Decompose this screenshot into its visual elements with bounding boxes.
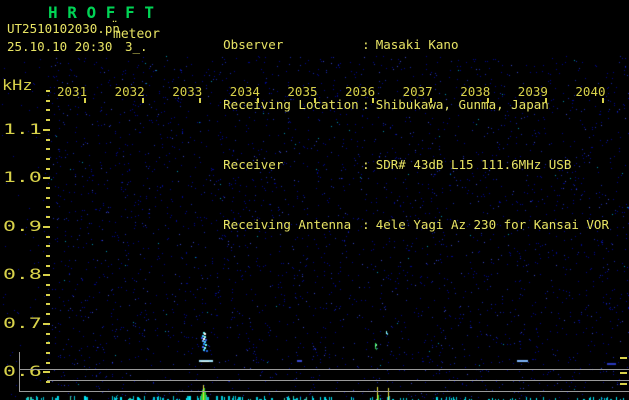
axes-layer: 2031 2032 2033 2034 2035 2036 2037 2038 2039 2040… bbox=[0, 0, 629, 400]
y-axis-tick bbox=[46, 157, 50, 160]
y-axis-tick bbox=[46, 254, 50, 257]
y-axis-tick bbox=[46, 293, 50, 296]
y-axis-tick bbox=[46, 187, 50, 189]
y-axis-tick bbox=[46, 381, 50, 383]
y-axis-label: 1.0 bbox=[3, 170, 42, 187]
level-strip-right-tick bbox=[620, 383, 627, 385]
y-axis-tick bbox=[43, 225, 50, 228]
y-axis-label: 0.6 bbox=[3, 364, 42, 381]
y-axis-label: 0.8 bbox=[3, 267, 42, 284]
y-axis-tick bbox=[46, 99, 50, 102]
y-axis-tick bbox=[46, 361, 50, 364]
y-axis-tick bbox=[46, 119, 50, 122]
x-axis-tick bbox=[544, 98, 547, 103]
level-strip-right-tick bbox=[620, 372, 627, 374]
y-axis-tick bbox=[46, 313, 50, 316]
y-axis-tick bbox=[46, 138, 50, 141]
y-axis-label: 0.7 bbox=[3, 315, 42, 333]
y-axis-tick bbox=[43, 128, 50, 131]
x-axis-tick bbox=[141, 98, 144, 103]
y-axis-tick bbox=[43, 322, 50, 325]
x-axis-label: 2038 bbox=[460, 84, 491, 99]
y-axis-tick bbox=[43, 371, 50, 374]
y-axis-tick bbox=[46, 332, 50, 335]
x-axis-tick bbox=[256, 98, 259, 103]
y-axis-tick bbox=[46, 109, 50, 112]
y-axis-tick bbox=[46, 284, 50, 286]
x-axis-label: 2036 bbox=[345, 84, 376, 99]
x-axis-tick bbox=[372, 98, 374, 103]
level-strip-gridline-mid bbox=[47, 380, 629, 381]
hrofft-screen: H R O F F T UT2510102030.pn ¨ meteor 25.… bbox=[0, 0, 629, 400]
y-axis-tick bbox=[43, 274, 50, 277]
y-axis-tick bbox=[46, 264, 50, 267]
y-axis-label: 1.1 bbox=[3, 121, 42, 139]
y-axis-tick bbox=[46, 245, 50, 248]
y-axis-tick bbox=[46, 90, 50, 92]
y-axis-tick bbox=[46, 148, 50, 151]
x-axis-tick bbox=[487, 98, 490, 103]
level-strip-right-tick bbox=[620, 357, 627, 359]
x-axis-label: 2039 bbox=[517, 84, 548, 99]
level-strip-gridline-top bbox=[19, 369, 629, 370]
y-axis-label: 0.9 bbox=[3, 218, 42, 236]
y-axis-tick bbox=[46, 351, 50, 354]
y-axis-tick bbox=[46, 216, 50, 219]
level-strip-gridline-bottom bbox=[19, 391, 629, 392]
y-axis-tick bbox=[46, 206, 50, 209]
y-axis-tick bbox=[46, 303, 50, 306]
level-strip-left-border bbox=[19, 352, 20, 392]
x-axis-label: 2034 bbox=[229, 84, 260, 99]
x-axis-tick bbox=[429, 98, 432, 103]
x-axis-label: 2037 bbox=[402, 84, 433, 99]
y-axis-tick bbox=[46, 167, 50, 170]
x-axis-tick bbox=[199, 98, 202, 103]
y-axis-tick bbox=[46, 342, 50, 345]
y-axis-tick bbox=[43, 177, 50, 180]
x-axis-label: 2032 bbox=[114, 84, 145, 99]
x-axis-tick bbox=[602, 98, 605, 103]
x-axis-tick bbox=[314, 98, 317, 103]
y-axis-tick bbox=[46, 196, 50, 199]
x-axis-tick bbox=[84, 98, 86, 103]
x-axis-label: 2040 bbox=[575, 84, 606, 99]
x-axis-label: 2033 bbox=[172, 84, 203, 99]
x-axis-label: 2031 bbox=[57, 84, 88, 99]
x-axis-label: 2035 bbox=[287, 84, 318, 99]
y-axis-tick bbox=[46, 235, 50, 238]
